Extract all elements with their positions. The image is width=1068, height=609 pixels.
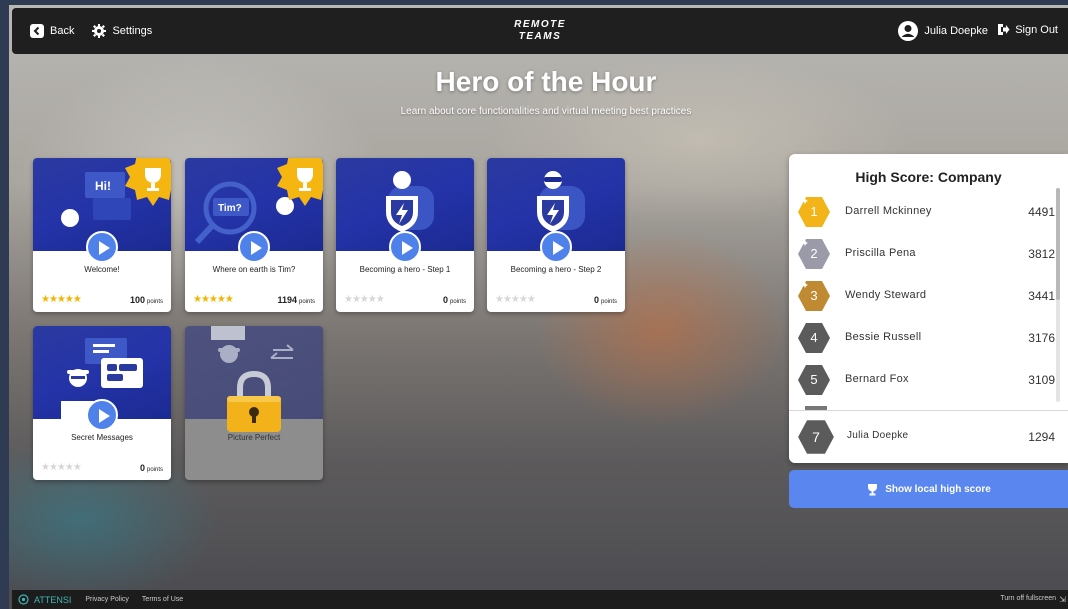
user-profile[interactable]: Julia Doepke: [898, 21, 988, 41]
player-score: 3812: [1028, 247, 1055, 261]
star-rating: ★★★★★: [344, 294, 385, 305]
highscore-row: 4 Bessie Russell 3176: [797, 321, 1055, 357]
fullscreen-exit-icon[interactable]: ⇲: [1059, 595, 1066, 604]
module-card-where-is-tim[interactable]: Tim? Where on earth is Tim? ★★★★★ 1194 po…: [185, 158, 323, 312]
module-points: 0 points: [442, 295, 466, 305]
rank-number: 4: [810, 330, 818, 345]
trophy-icon: [868, 483, 878, 495]
module-card-hero-step-1[interactable]: Becoming a hero - Step 1 ★★★★★ 0 points: [336, 158, 474, 312]
player-name: Bessie Russell: [845, 331, 922, 343]
attensi-brand: ATTENSI: [34, 594, 72, 605]
trophy-badge-icon: [277, 158, 323, 206]
module-points: 1194 points: [277, 295, 315, 305]
rank-number: 5: [810, 372, 818, 387]
module-points: 100 points: [129, 295, 163, 305]
module-points: 0 points: [139, 463, 163, 473]
highscore-row: 1 Darrell Mckinney 4491: [797, 195, 1055, 231]
settings-label: Settings: [112, 25, 153, 37]
play-button[interactable]: [389, 231, 421, 263]
highscore-scrollbar-thumb[interactable]: [1056, 188, 1060, 300]
user-name: Julia Doepke: [924, 25, 988, 37]
lock-icon: [227, 370, 281, 432]
module-name: Welcome!: [84, 265, 120, 274]
sign-out-label: Sign Out: [1015, 23, 1058, 36]
rank-number: 1: [810, 204, 818, 219]
svg-text:Tim?: Tim?: [218, 203, 242, 214]
highscore-panel: High Score: Company 1 Darrell Mckinney 4…: [789, 154, 1068, 463]
module-points: 0 points: [593, 295, 617, 305]
attensi-logo-icon: [18, 594, 29, 605]
module-name: Becoming a hero - Step 1: [359, 265, 451, 274]
back-label: Back: [50, 25, 75, 37]
player-name: Bernard Fox: [845, 373, 909, 385]
player-name: Julia Doepke: [847, 430, 909, 441]
turn-off-fullscreen-link[interactable]: Turn off fullscreen: [1000, 595, 1056, 602]
highscore-row: 5 Bernard Fox 3109: [797, 363, 1055, 399]
module-card-welcome[interactable]: Hi! Welcome! ★★★★★ 100 points: [33, 158, 171, 312]
player-score: 1294: [1028, 430, 1055, 444]
terms-of-use-link[interactable]: Terms of Use: [142, 596, 183, 603]
play-button[interactable]: [86, 399, 118, 431]
page-title: Hero of the Hour: [435, 66, 657, 97]
highscore-row: 3 Wendy Steward 3441: [797, 279, 1055, 315]
module-card-hero-step-2[interactable]: Becoming a hero - Step 2 ★★★★★ 0 points: [487, 158, 625, 312]
sign-out-button[interactable]: Sign Out: [997, 23, 1058, 36]
module-name: Where on earth is Tim?: [212, 265, 296, 274]
rank-number: 7: [812, 429, 820, 445]
player-score: 3441: [1028, 289, 1055, 303]
play-button[interactable]: [238, 231, 270, 263]
svg-text:Hi!: Hi!: [95, 179, 111, 193]
back-button[interactable]: Back: [30, 24, 74, 38]
settings-button[interactable]: Settings: [92, 24, 152, 38]
player-name: Priscilla Pena: [845, 247, 916, 259]
window-frame-top: [0, 0, 1068, 5]
star-rating: ★★★★★: [193, 294, 234, 305]
highscore-title: High Score: Company: [855, 169, 1002, 185]
show-local-highscore-label: Show local high score: [885, 483, 991, 495]
brand-line-2: TEAMS: [518, 31, 562, 42]
back-arrow-icon: [30, 24, 44, 38]
star-rating: ★★★★★: [495, 294, 536, 305]
brand-line-1: REMOTE: [514, 19, 566, 30]
module-name: Picture Perfect: [227, 433, 281, 442]
attensi-logo: ATTENSI: [18, 594, 71, 605]
module-card-secret-messages[interactable]: Secret Messages ★★★★★ 0 points: [33, 326, 171, 480]
module-name: Secret Messages: [71, 433, 133, 442]
trophy-badge-icon: [125, 158, 171, 206]
rank-number: 2: [810, 246, 818, 261]
brand-logo: REMOTE TEAMS: [514, 19, 566, 43]
module-name: Becoming a hero - Step 2: [510, 265, 602, 274]
module-card-picture-perfect: Picture Perfect: [185, 326, 323, 480]
play-button[interactable]: [86, 231, 118, 263]
footer-bar: ATTENSI Privacy Policy Terms of Use Turn…: [12, 590, 1068, 609]
privacy-policy-link[interactable]: Privacy Policy: [85, 596, 129, 603]
divider: [789, 410, 1068, 411]
player-name: Darrell Mckinney: [845, 205, 932, 217]
avatar-icon: [898, 21, 919, 41]
highscore-current-user-row: 7 Julia Doepke 1294: [797, 420, 1055, 456]
sign-out-icon: [998, 24, 1010, 35]
player-score: 3109: [1028, 373, 1055, 387]
page-subtitle: Learn about core functionalities and vir…: [400, 106, 692, 117]
top-bar: Back Settings REMOTE TEAMS Julia Doepke: [12, 8, 1068, 54]
show-local-highscore-button[interactable]: Show local high score: [789, 470, 1068, 508]
player-score: 3176: [1028, 331, 1055, 345]
highscore-row: 2 Priscilla Pena 3812: [797, 237, 1055, 273]
star-rating: ★★★★★: [41, 294, 82, 305]
player-name: Wendy Steward: [845, 289, 927, 301]
player-score: 4491: [1028, 205, 1055, 219]
gear-icon: [92, 24, 107, 38]
rank-number: 3: [810, 288, 818, 303]
play-button[interactable]: [540, 231, 572, 263]
star-rating: ★★★★★: [41, 462, 82, 473]
